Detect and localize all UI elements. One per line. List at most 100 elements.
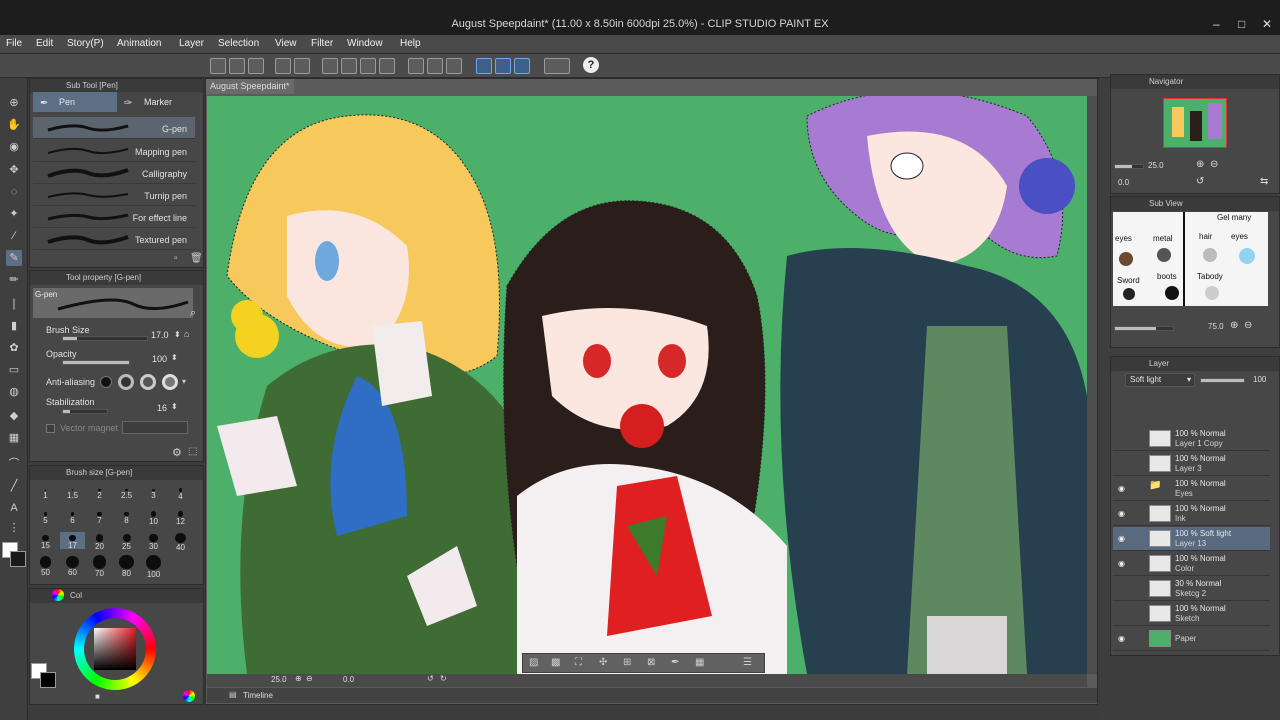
clear-icon[interactable] <box>322 58 338 74</box>
opacity-stepper-icon[interactable]: ⬍ <box>171 353 178 362</box>
brush-size-option[interactable]: 3 <box>141 484 166 501</box>
brush-size-option[interactable]: 4 <box>168 484 193 501</box>
stabilization-stepper-icon[interactable]: ⬍ <box>171 402 178 411</box>
settings-dropdown-icon[interactable] <box>544 58 570 74</box>
vector-magnet-checkbox[interactable] <box>46 424 55 433</box>
menu-help[interactable]: Help <box>400 38 421 49</box>
pen-tool-icon[interactable]: ✎ <box>6 250 22 266</box>
brush-size-option[interactable]: 60 <box>60 555 85 577</box>
maximize-button[interactable]: □ <box>1238 17 1245 31</box>
fill-icon[interactable] <box>341 58 357 74</box>
brush-size-option[interactable]: 7 <box>87 508 112 525</box>
opacity-value[interactable]: 100 <box>152 354 167 364</box>
scale-selection-icon[interactable]: ⛶ <box>575 657 582 668</box>
brush-item-calligraphy[interactable]: Calligraphy <box>33 162 195 184</box>
zoom-in-icon[interactable]: ⊕ <box>1196 159 1204 170</box>
balloon-tool-icon[interactable]: ⋮ <box>6 520 22 536</box>
pressure-settings-icon[interactable]: ⌂ <box>184 329 189 339</box>
gradient-tool-icon[interactable]: ▦ <box>6 430 22 446</box>
show-selection-icon[interactable] <box>446 58 462 74</box>
zoom-value[interactable]: 25.0 <box>271 675 287 684</box>
brush-item-turnip-pen[interactable]: Turnip pen <box>33 184 195 206</box>
menu-window[interactable]: Window <box>347 38 383 49</box>
help-button[interactable]: ? <box>583 57 599 73</box>
vector-magnet-strength[interactable] <box>122 421 188 434</box>
layer-row[interactable]: ◉ Paper <box>1113 627 1270 651</box>
rotation-value[interactable]: 0.0 <box>343 675 354 684</box>
minimize-button[interactable]: – <box>1213 17 1220 31</box>
transform-icon[interactable] <box>360 58 376 74</box>
brush-size-option[interactable]: 12 <box>168 508 193 526</box>
delete-subtool-icon[interactable]: 🗑 <box>190 253 203 264</box>
checker-icon[interactable]: ▦ <box>695 657 704 668</box>
zoom-tool-icon[interactable]: ⊕ <box>6 95 22 111</box>
eye-icon[interactable]: ◉ <box>1118 634 1125 643</box>
layer-row[interactable]: ◉ 100 % Normal Ink <box>1113 502 1270 526</box>
brush-size-option[interactable]: 80 <box>114 554 139 578</box>
layer-row[interactable]: 100 % Normal Sketch <box>1113 602 1270 626</box>
menu-animation[interactable]: Animation <box>117 38 161 49</box>
menu-edit[interactable]: Edit <box>36 38 53 49</box>
layer-row[interactable]: ◉ 📁 100 % Normal Eyes <box>1113 477 1270 501</box>
antialias-medium-option[interactable] <box>140 374 156 390</box>
search-icon[interactable]: ⌕ <box>190 307 196 320</box>
opacity-slider[interactable] <box>62 360 130 365</box>
brush-item-textured-pen[interactable]: Textured pen <box>33 228 195 250</box>
layer-row[interactable]: ◉ 100 % Normal Color <box>1113 552 1270 576</box>
brush-tool-icon[interactable]: ❘ <box>6 296 22 312</box>
deselect-icon[interactable] <box>408 58 424 74</box>
navigator-rotation-value[interactable]: 0.0 <box>1118 178 1129 187</box>
eye-icon[interactable]: ◉ <box>1118 559 1125 568</box>
snap-special-ruler-icon[interactable] <box>514 58 530 74</box>
layer-opacity-slider[interactable] <box>1200 378 1245 383</box>
brush-size-option[interactable]: 40 <box>168 532 193 552</box>
frame-tool-icon[interactable]: ╱ <box>6 478 22 494</box>
brush-item-gpen[interactable]: G-pen <box>33 117 195 139</box>
subview-zoom-slider[interactable] <box>1114 326 1174 331</box>
gear-icon[interactable]: ⚙ <box>172 446 182 459</box>
new-file-icon[interactable] <box>210 58 226 74</box>
tool-settings-icon[interactable]: ⬚ <box>188 446 197 457</box>
chevron-down-icon[interactable]: ▾ <box>182 377 186 386</box>
add-subtool-icon[interactable]: ▫ <box>174 253 178 264</box>
zoom-out-icon[interactable]: ⊖ <box>306 674 313 683</box>
drawing-canvas[interactable] <box>207 96 1087 674</box>
eyedropper-tool-icon[interactable]: ◉ <box>6 139 22 155</box>
snap-grid-icon[interactable] <box>495 58 511 74</box>
color-wheel-tab-icon[interactable] <box>52 589 64 601</box>
brush-size-option[interactable]: 30 <box>141 532 166 551</box>
layer-row[interactable]: 100 % Normal Layer 1 Copy <box>1113 427 1270 451</box>
brush-size-option[interactable]: 5 <box>33 508 58 525</box>
saturation-value-square[interactable] <box>94 628 136 670</box>
text-tool-icon[interactable]: A <box>6 500 22 516</box>
brush-size-option[interactable]: 2.5 <box>114 484 139 501</box>
brush-size-option[interactable]: 17 <box>60 532 85 550</box>
subview-zoom-value[interactable]: 75.0 <box>1208 322 1224 331</box>
flip-icon[interactable]: ⇆ <box>1260 176 1268 187</box>
antialias-strong-option[interactable] <box>162 374 178 390</box>
brush-item-mapping-pen[interactable]: Mapping pen <box>33 140 195 162</box>
antialias-none-option[interactable] <box>100 376 112 388</box>
subview-reference-image[interactable]: Gel many eyes metal hair eyes Sword boot… <box>1113 212 1268 306</box>
eye-icon[interactable]: ◉ <box>1118 509 1125 518</box>
size-stepper-icon[interactable]: ⬍ <box>174 330 181 339</box>
figure-tool-icon[interactable]: ⌒ <box>6 456 22 472</box>
layer-row[interactable]: 100 % Normal Layer 3 <box>1113 452 1270 476</box>
sub-color-chip[interactable] <box>10 551 26 567</box>
hand-tool-icon[interactable]: ✋ <box>6 117 22 133</box>
brush-size-option[interactable]: 10 <box>141 508 166 526</box>
layer-opacity-value[interactable]: 100 <box>1253 375 1266 384</box>
eye-icon[interactable]: ◉ <box>1118 534 1125 543</box>
fill-selection-icon[interactable]: ▩ <box>551 657 560 668</box>
brush-size-option[interactable]: 70 <box>87 555 112 578</box>
invert-selection-icon[interactable] <box>427 58 443 74</box>
zoom-out-icon[interactable]: ⊖ <box>1244 320 1252 331</box>
decoration-tool-icon[interactable]: ✿ <box>6 340 22 356</box>
auto-select-tool-icon[interactable]: ✦ <box>6 206 22 222</box>
pen-selection-icon[interactable]: ✒ <box>671 657 679 668</box>
stabilization-value[interactable]: 16 <box>157 403 167 413</box>
scale-icon[interactable] <box>379 58 395 74</box>
brush-size-option[interactable]: 15 <box>33 532 58 550</box>
zoom-in-icon[interactable]: ⊕ <box>1230 320 1238 331</box>
antialias-weak-option[interactable] <box>118 374 134 390</box>
